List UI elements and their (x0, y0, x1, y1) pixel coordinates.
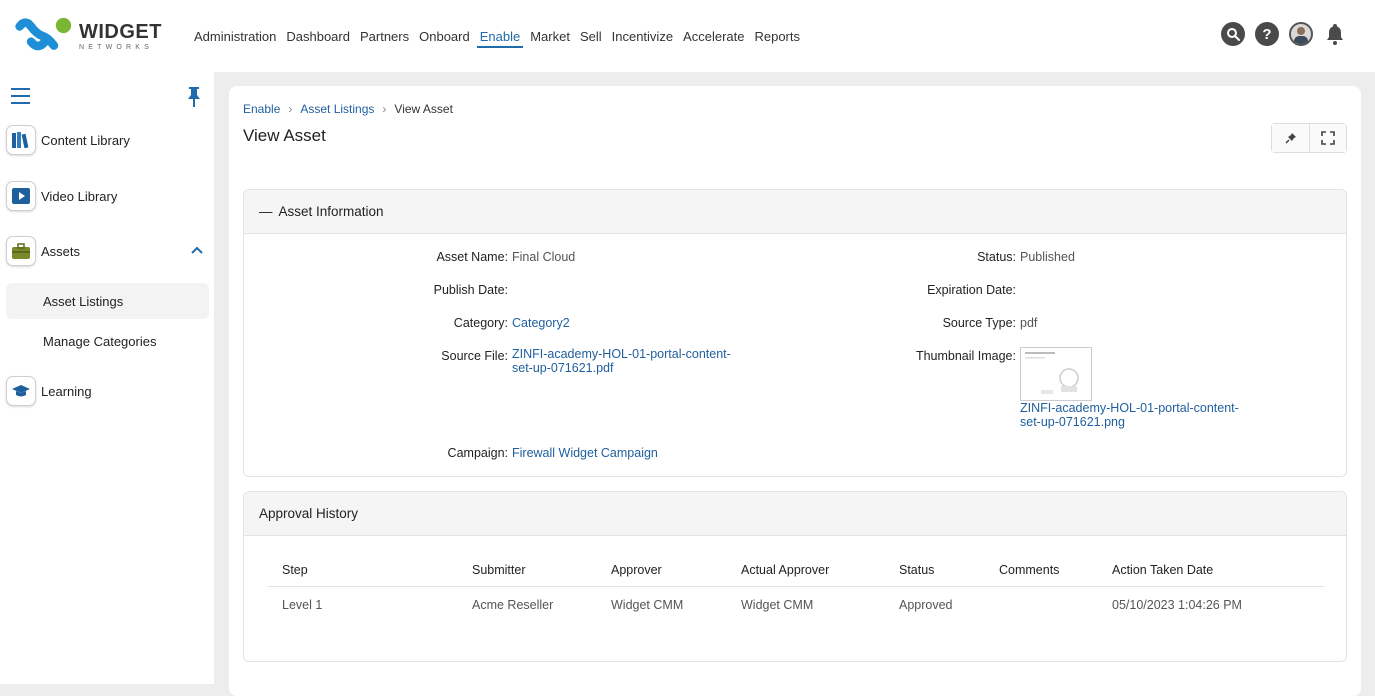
column-header-submitter: Submitter (458, 554, 597, 587)
source-file-label: Source File: (441, 349, 508, 363)
help-icon[interactable]: ? (1255, 22, 1279, 46)
nav-reports[interactable]: Reports (749, 0, 805, 72)
campaign-link[interactable]: Firewall Widget Campaign (512, 446, 658, 460)
cell-comments (985, 586, 1098, 624)
campaign-label: Campaign: (447, 446, 508, 460)
approval-history-table: Step Submitter Approver Actual Approver … (268, 554, 1324, 624)
column-header-actual-approver: Actual Approver (727, 554, 885, 587)
source-file-link[interactable]: ZINFI-academy-HOL-01-portal-content- set… (512, 347, 731, 375)
menu-toggle-icon[interactable] (11, 88, 30, 104)
logo-text: WIDGET (79, 20, 162, 43)
sidebar: Content Library Video Library Assets Ass… (0, 72, 214, 684)
asset-name-label: Asset Name: (436, 250, 508, 264)
sidebar-subitem-manage-categories[interactable]: Manage Categories (6, 323, 209, 359)
cell-action-taken-date: 05/10/2023 1:04:26 PM (1112, 598, 1242, 613)
graduation-cap-icon (6, 376, 36, 406)
chevron-right-icon: › (288, 102, 293, 116)
cell-step: Level 1 (282, 598, 323, 613)
nav-sell[interactable]: Sell (575, 0, 607, 72)
video-icon (6, 181, 36, 211)
user-avatar[interactable] (1289, 22, 1313, 46)
pin-icon (1284, 133, 1296, 144)
status-value: Published (1020, 250, 1075, 264)
thumbnail-preview-icon (1025, 352, 1079, 394)
sidebar-item-label: Assets (41, 243, 81, 259)
main-nav: Administration Dashboard Partners Onboar… (189, 0, 805, 72)
page-tools (1271, 123, 1347, 153)
publish-date-label: Publish Date: (433, 283, 508, 297)
thumbnail-file-link[interactable]: ZINFI-academy-HOL-01-portal-content- set… (1020, 401, 1239, 429)
thumbnail-image-label: Thumbnail Image: (915, 349, 1016, 363)
logo-subtext: NETWORKS (79, 43, 154, 51)
column-header-action-taken-date: Action Taken Date (1098, 554, 1324, 587)
thumbnail-image[interactable] (1020, 347, 1092, 401)
breadcrumb-asset-listings[interactable]: Asset Listings (300, 102, 374, 116)
header-actions: ? (1221, 22, 1347, 46)
asset-information-title: Asset Information (278, 204, 384, 219)
approval-history-title: Approval History (259, 506, 359, 521)
sidebar-item-label: Video Library (41, 188, 118, 204)
asset-information-header[interactable]: — Asset Information (244, 190, 1346, 234)
column-header-status: Status (885, 554, 985, 587)
briefcase-icon (6, 236, 36, 266)
sidebar-item-label: Content Library (41, 132, 130, 148)
column-header-approver: Approver (597, 554, 727, 587)
nav-market[interactable]: Market (525, 0, 575, 72)
category-label: Category: (453, 316, 508, 330)
logo-mark-icon (15, 17, 72, 51)
thumbnail-file-line-1: ZINFI-academy-HOL-01-portal-content- (1020, 401, 1239, 415)
sidebar-subitem-asset-listings[interactable]: Asset Listings (6, 283, 209, 319)
nav-partners[interactable]: Partners (355, 0, 414, 72)
sidebar-item-video-library[interactable]: Video Library (6, 180, 206, 212)
main-content: Enable › Asset Listings › View Asset Vie… (229, 86, 1361, 696)
breadcrumb-current: View Asset (394, 102, 453, 116)
nav-administration[interactable]: Administration (189, 0, 281, 72)
table-header-row: Step Submitter Approver Actual Approver … (268, 554, 1324, 587)
approval-history-header[interactable]: Approval History (244, 492, 1346, 536)
company-logo[interactable]: WIDGET NETWORKS (12, 14, 162, 58)
column-header-comments: Comments (985, 554, 1098, 587)
sidebar-item-assets[interactable]: Assets (6, 235, 206, 267)
page-title: View Asset (243, 126, 326, 145)
cell-approver: Widget CMM (611, 598, 684, 613)
table-row: Level 1 Acme Reseller Widget CMM Widget … (268, 586, 1324, 624)
nav-accelerate[interactable]: Accelerate (678, 0, 749, 72)
cell-actual-approver: Widget CMM (741, 598, 814, 613)
pin-sidebar-icon[interactable] (185, 86, 203, 108)
asset-information-panel: — Asset Information Asset Name: Final Cl… (243, 189, 1347, 477)
expand-icon (1321, 131, 1335, 145)
books-icon (6, 125, 36, 155)
source-file-line-1: ZINFI-academy-HOL-01-portal-content- (512, 347, 731, 361)
expiration-date-label: Expiration Date: (927, 283, 1016, 297)
breadcrumb: Enable › Asset Listings › View Asset (243, 102, 453, 116)
cell-status: Approved (899, 598, 953, 613)
collapse-icon[interactable]: — (259, 204, 273, 219)
top-navbar: WIDGET NETWORKS Administration Dashboard… (0, 0, 1375, 72)
thumbnail-file-line-2: set-up-071621.png (1020, 415, 1125, 429)
category-link[interactable]: Category2 (512, 316, 570, 330)
breadcrumb-enable[interactable]: Enable (243, 102, 280, 116)
source-type-label: Source Type: (942, 316, 1016, 330)
nav-onboard[interactable]: Onboard (414, 0, 475, 72)
chevron-right-icon: › (382, 102, 387, 116)
nav-dashboard[interactable]: Dashboard (281, 0, 355, 72)
asset-name-value: Final Cloud (512, 250, 576, 264)
column-header-step: Step (268, 554, 458, 587)
chevron-up-icon[interactable] (190, 243, 204, 257)
source-type-value: pdf (1020, 316, 1038, 330)
status-label: Status: (977, 250, 1016, 264)
bell-icon[interactable] (1323, 22, 1347, 46)
pin-button[interactable] (1272, 124, 1309, 152)
sidebar-item-label: Learning (41, 383, 92, 399)
approval-history-panel: Approval History Step Submitter Approver… (243, 491, 1347, 662)
search-icon[interactable] (1221, 22, 1245, 46)
nav-incentivize[interactable]: Incentivize (607, 0, 678, 72)
source-file-line-2: set-up-071621.pdf (512, 361, 614, 375)
nav-enable[interactable]: Enable (475, 0, 525, 72)
fullscreen-button[interactable] (1309, 124, 1346, 152)
sidebar-item-learning[interactable]: Learning (6, 375, 206, 407)
cell-submitter: Acme Reseller (472, 598, 554, 613)
sidebar-item-content-library[interactable]: Content Library (6, 124, 206, 156)
